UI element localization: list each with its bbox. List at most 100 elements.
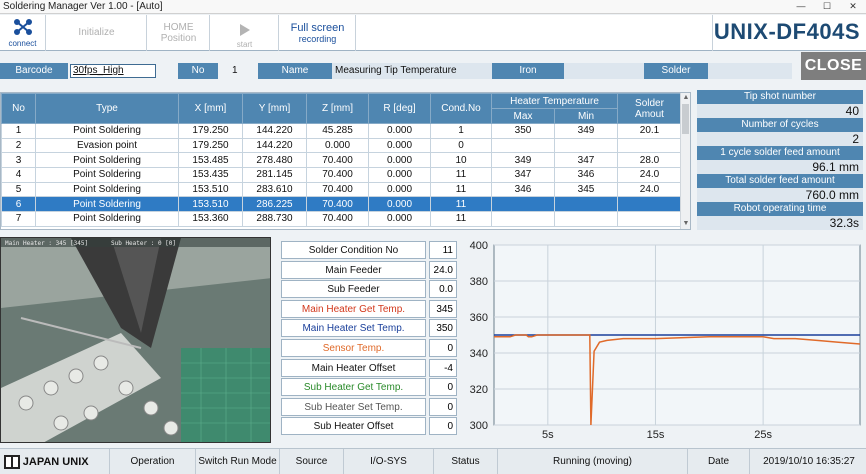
header-type: Type bbox=[35, 93, 179, 124]
condition-label: Sub Heater Offset bbox=[281, 417, 426, 436]
full-screen-recording-button[interactable]: Full screen recording bbox=[280, 15, 356, 51]
cell-x: 153.510 bbox=[178, 196, 243, 213]
scroll-up-arrow-icon[interactable]: ▲ bbox=[681, 93, 690, 103]
solder-value bbox=[708, 63, 792, 79]
play-icon bbox=[239, 24, 250, 36]
condition-row: Main Heater Set Temp. 350 bbox=[281, 319, 457, 339]
camera-image bbox=[1, 238, 270, 442]
cell-cond-no: 0 bbox=[430, 137, 492, 154]
condition-label: Sensor Temp. bbox=[281, 338, 426, 357]
table-row[interactable]: 3 Point Soldering 153.485 278.480 70.400 0.00… bbox=[1, 152, 682, 169]
cell-y: 286.225 bbox=[242, 196, 307, 213]
table-row[interactable]: 1 Point Soldering 179.250 144.220 45.285 0.00… bbox=[1, 123, 682, 139]
barcode-input[interactable]: 30fps_High bbox=[70, 64, 156, 78]
header-no: No bbox=[1, 93, 36, 124]
cell-max-temp: 350 bbox=[491, 123, 555, 139]
condition-value: 0 bbox=[429, 397, 457, 416]
header-y: Y [mm] bbox=[242, 93, 307, 124]
cell-type: Point Soldering bbox=[35, 196, 179, 213]
brand-divider bbox=[712, 15, 713, 51]
solder-label: Solder bbox=[644, 63, 708, 79]
stat-value: 40 bbox=[697, 104, 863, 118]
close-button[interactable]: CLOSE bbox=[801, 52, 866, 80]
cell-r: 0.000 bbox=[368, 123, 431, 139]
header-x: X [mm] bbox=[178, 93, 243, 124]
table-row[interactable]: 5 Point Soldering 153.510 283.610 70.400 0.00… bbox=[1, 181, 682, 198]
condition-row: Sub Heater Offset 0 bbox=[281, 417, 457, 437]
table-row[interactable]: 4 Point Soldering 153.435 281.145 70.400 0.00… bbox=[1, 167, 682, 183]
stat-value: 760.0 mm bbox=[697, 188, 863, 202]
cell-x: 153.510 bbox=[178, 181, 243, 198]
camera-view: Main Heater : 345 [345] Sub Heater : 0 [… bbox=[0, 237, 271, 443]
table-row[interactable]: 6 Point Soldering 153.510 286.225 70.400 0.00… bbox=[1, 196, 682, 213]
operation-label: Operation bbox=[110, 449, 196, 474]
condition-row: Sub Heater Set Temp. 0 bbox=[281, 397, 457, 418]
cell-min-temp bbox=[554, 196, 618, 213]
cell-cond-no: 11 bbox=[430, 196, 492, 213]
condition-label: Main Heater Get Temp. bbox=[281, 299, 426, 318]
cell-no: 7 bbox=[1, 211, 36, 227]
table-row[interactable]: 2 Evasion point 179.250 144.220 0.000 0.000 0 bbox=[1, 137, 682, 154]
date-value: 2019/10/10 16:35:27 bbox=[763, 456, 855, 467]
y-tick-label: 320 bbox=[470, 384, 488, 396]
cell-cond-no: 11 bbox=[430, 181, 492, 198]
cell-max-temp bbox=[491, 137, 555, 154]
connect-label: connect bbox=[8, 39, 37, 48]
minimize-button[interactable]: — bbox=[788, 0, 814, 13]
y-tick-label: 300 bbox=[470, 420, 488, 432]
machine-model-brand: UNIX-DF404S bbox=[713, 19, 860, 44]
condition-label: Solder Condition No bbox=[281, 241, 426, 259]
cell-type: Evasion point bbox=[35, 137, 179, 154]
cell-solder-amount: 24.0 bbox=[617, 167, 682, 183]
cell-type: Point Soldering bbox=[35, 123, 179, 139]
table-row[interactable]: 7 Point Soldering 153.360 288.730 70.400 0.00… bbox=[1, 211, 682, 227]
scrollbar-thumb[interactable] bbox=[682, 104, 689, 134]
cell-x: 179.250 bbox=[178, 123, 243, 139]
cell-cond-no: 10 bbox=[430, 152, 492, 169]
cell-solder-amount bbox=[617, 211, 682, 227]
condition-label: Sub Feeder bbox=[281, 280, 426, 299]
position-label: Position bbox=[160, 33, 197, 44]
y-tick-label: 380 bbox=[470, 276, 488, 288]
header-solder-line2: Amout bbox=[635, 108, 664, 120]
home-position-button[interactable]: HOME Position bbox=[148, 15, 210, 51]
stat-value: 32.3s bbox=[697, 216, 863, 230]
cell-r: 0.000 bbox=[368, 181, 431, 198]
cell-solder-amount bbox=[617, 196, 682, 213]
scroll-down-arrow-icon[interactable]: ▼ bbox=[681, 219, 690, 229]
x-tick-label: 25s bbox=[754, 429, 772, 441]
stat-label: Total solder feed amount bbox=[697, 174, 863, 188]
initialize-button[interactable]: Initialize bbox=[47, 15, 147, 51]
condition-row: Sensor Temp. 0 bbox=[281, 338, 457, 359]
cell-x: 153.360 bbox=[178, 211, 243, 227]
cell-type: Point Soldering bbox=[35, 167, 179, 183]
program-no-value: 1 bbox=[232, 65, 238, 76]
header-min: Min bbox=[554, 108, 618, 124]
y-tick-label: 340 bbox=[470, 348, 488, 360]
window-controls: — ☐ ✕ bbox=[788, 0, 866, 13]
table-vertical-scrollbar[interactable]: ▲ ▼ bbox=[680, 93, 690, 229]
window-close-button[interactable]: ✕ bbox=[840, 0, 866, 13]
status-bar: JAPAN UNIX Operation Switch Run Mode Sou… bbox=[0, 448, 866, 474]
recording-label: recording bbox=[298, 34, 337, 44]
header-r: R [deg] bbox=[368, 93, 431, 124]
date-label: Date bbox=[688, 449, 750, 474]
cell-cond-no: 11 bbox=[430, 211, 492, 227]
condition-label: Main Heater Set Temp. bbox=[281, 319, 426, 338]
japan-unix-logo-icon bbox=[4, 455, 20, 470]
x-tick-label: 15s bbox=[647, 429, 665, 441]
cell-max-temp: 349 bbox=[491, 152, 555, 169]
cell-y: 144.220 bbox=[242, 123, 307, 139]
program-point-table: No Type X [mm] Y [mm] Z [mm] R [deg] Con… bbox=[0, 92, 691, 230]
maximize-button[interactable]: ☐ bbox=[814, 0, 840, 13]
initialize-label: Initialize bbox=[78, 27, 115, 38]
company-logo: JAPAN UNIX bbox=[0, 449, 110, 474]
condition-value: 0 bbox=[429, 338, 457, 357]
cell-z: 70.400 bbox=[306, 152, 369, 169]
solder-condition-panel: Solder Condition No 11 Main Feeder 24.0 Sub … bbox=[281, 241, 457, 437]
cell-type: Point Soldering bbox=[35, 181, 179, 198]
start-button[interactable]: start bbox=[211, 15, 279, 51]
connect-button[interactable]: connect bbox=[0, 15, 46, 51]
condition-value: 0.0 bbox=[429, 280, 457, 299]
window-titlebar: Soldering Manager Ver 1.00 - [Auto] — ☐ … bbox=[0, 0, 866, 14]
